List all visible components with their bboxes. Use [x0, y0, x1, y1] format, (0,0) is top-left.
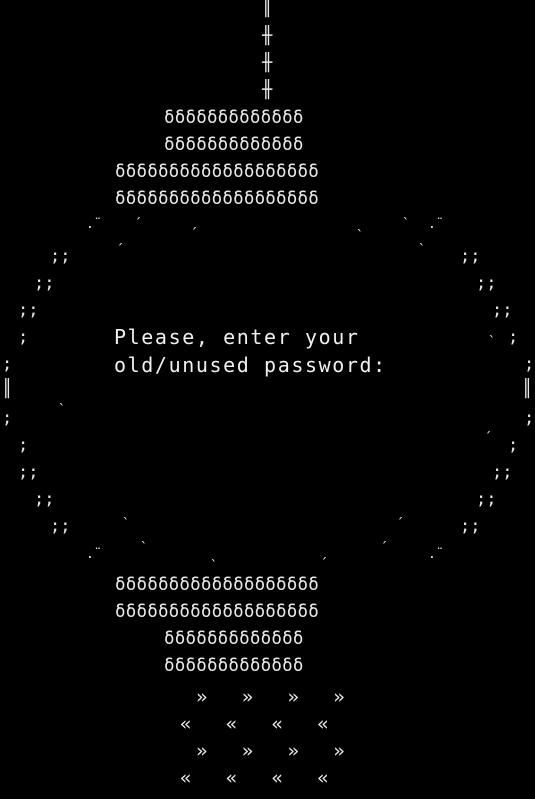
bead-row-lower-3: δδδδδδδδδδδδδ: [164, 629, 304, 649]
password-input[interactable]: [114, 392, 418, 416]
chain-link-2: ╫: [262, 53, 273, 73]
ring-left-9: ;;: [34, 489, 55, 509]
ring-right-5: ;: [524, 354, 535, 374]
ring-right-7: ;: [508, 435, 519, 455]
bead-row-upper-3: δδδδδδδδδδδδδδδδδδδ: [115, 162, 319, 182]
ring-right-bar: ║: [522, 379, 533, 399]
ring-left-7: ;: [18, 435, 29, 455]
ring-dots-upper-left: .¨: [86, 217, 102, 232]
ring-right-8: ;;: [492, 462, 513, 482]
ring-quote-ll-1: `: [122, 517, 130, 532]
bead-row-upper-4: δδδδδδδδδδδδδδδδδδδ: [115, 189, 319, 209]
ring-quote-ll-2: `: [140, 541, 148, 556]
ring-dots-upper-right: .¨: [428, 217, 444, 232]
chain-link-3: ╫: [262, 80, 273, 100]
ring-quote-mr-2: ´: [484, 431, 492, 446]
ring-quote-ur-1: `: [402, 217, 410, 232]
tassel-row-1: » » » »: [196, 686, 345, 708]
tassel-row-2: « « « «: [180, 713, 329, 735]
ring-left-5: ;: [2, 354, 13, 374]
chain-link-1: ╫: [262, 26, 273, 46]
bead-row-lower-2: δδδδδδδδδδδδδδδδδδδ: [115, 602, 319, 622]
ring-left-4: ;: [18, 327, 29, 347]
ring-quote-ml: `: [58, 403, 66, 418]
ring-left-10: ;;: [50, 516, 71, 536]
bead-row-upper-2: δδδδδδδδδδδδδ: [164, 135, 304, 155]
ring-quote-ul-3: ´: [116, 243, 124, 258]
ring-right-6: ;: [524, 408, 535, 428]
ring-left-8: ;;: [18, 462, 39, 482]
ring-dots-lower-left: .¨: [86, 547, 102, 562]
bead-row-lower-1: δδδδδδδδδδδδδδδδδδδ: [115, 575, 319, 595]
ring-quote-lr-1: ´: [396, 517, 404, 532]
chain-bar-top: ║: [262, 0, 273, 18]
ring-quote-ur-2: `: [356, 229, 364, 244]
ring-right-9: ;;: [476, 489, 497, 509]
tassel-row-4: « « « «: [180, 767, 329, 789]
ring-right-4: ;: [508, 327, 519, 347]
ring-quote-lr-3: ´: [320, 557, 328, 572]
ring-right-10: ;;: [460, 516, 481, 536]
prompt-line-2: old/unused password:: [114, 353, 387, 377]
ring-quote-ul-2: ´: [190, 227, 198, 242]
prompt-line-1: Please, enter your: [114, 325, 360, 349]
ring-left-bar: ║: [2, 379, 13, 399]
ring-quote-mr-1: `: [488, 335, 496, 350]
ring-left-3: ;;: [18, 300, 39, 320]
ring-quote-ll-3: `: [210, 559, 218, 574]
ring-dots-lower-right: .¨: [428, 547, 444, 562]
ring-right-2: ;;: [476, 273, 497, 293]
tassel-row-3: » » » »: [196, 740, 345, 762]
ring-left-2: ;;: [34, 273, 55, 293]
bead-row-lower-4: δδδδδδδδδδδδδ: [164, 656, 304, 676]
ring-quote-ul-1: ´: [134, 217, 142, 232]
ring-left-6: ;: [2, 408, 13, 428]
ring-left-1: ;;: [50, 246, 71, 266]
bead-row-upper-1: δδδδδδδδδδδδδ: [164, 108, 304, 128]
ring-right-3: ;;: [492, 300, 513, 320]
ring-quote-ur-3: `: [418, 243, 426, 258]
ring-quote-lr-2: ´: [380, 541, 388, 556]
ring-right-1: ;;: [460, 246, 481, 266]
